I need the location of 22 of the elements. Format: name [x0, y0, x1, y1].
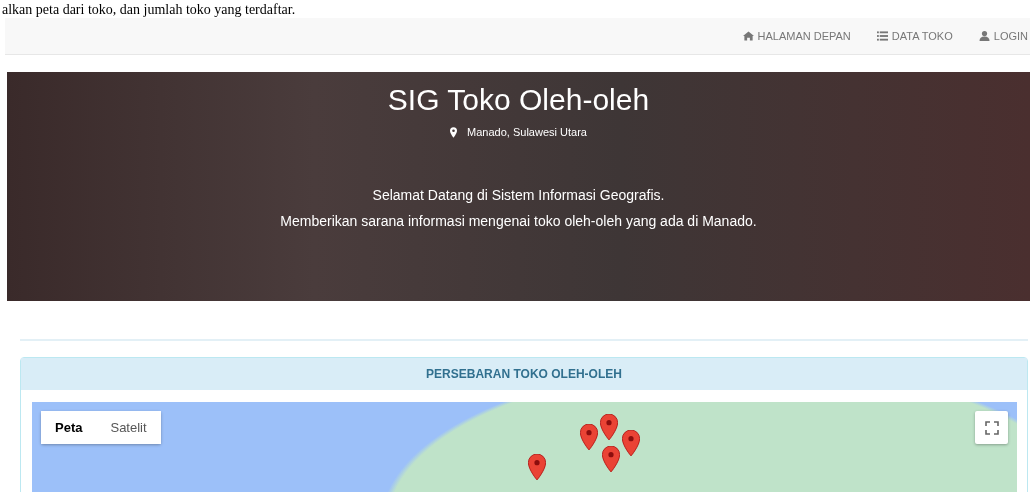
map-type-tab[interactable]: Peta	[41, 411, 97, 444]
fullscreen-button[interactable]	[975, 411, 1008, 444]
map-marker-icon[interactable]	[528, 454, 546, 480]
map-marker-icon[interactable]	[602, 446, 620, 472]
user-icon	[978, 31, 990, 41]
location-text: Manado, Sulawesi Utara	[467, 126, 587, 138]
nav-link[interactable]: LOGIN	[978, 30, 1028, 42]
fullscreen-icon	[984, 420, 999, 435]
list-icon	[876, 31, 888, 41]
site-title: SIG Toko Oleh-oleh	[387, 83, 650, 117]
intro-text: alkan peta dari toko, dan jumlah toko yang terdaftar.	[1, 3, 296, 17]
map-marker-icon[interactable]	[580, 424, 598, 450]
nav-link[interactable]: HALAMAN DEPAN	[742, 30, 851, 42]
welcome-text: Selamat Datang di Sistem Informasi Geografis.	[372, 186, 665, 204]
map-pin-icon	[450, 126, 458, 138]
home-icon	[742, 31, 754, 41]
map-marker-icon[interactable]	[622, 430, 640, 456]
map-type-tab[interactable]: Satelit	[96, 411, 161, 444]
welcome-text: Memberikan sarana informasi mengenai toko oleh-oleh yang ada di Manado.	[280, 212, 757, 230]
map-marker-icon[interactable]	[600, 414, 618, 440]
panel-heading: PERSEBARAN TOKO OLEH-OLEH	[21, 358, 1027, 390]
nav-link[interactable]: DATA TOKO	[876, 30, 953, 42]
